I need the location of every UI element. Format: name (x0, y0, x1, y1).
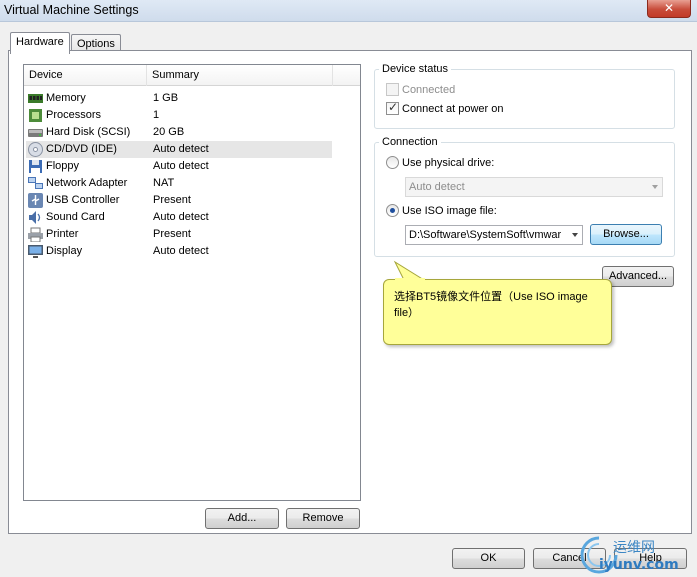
device-name: Network Adapter (46, 177, 128, 189)
device-summary: Present (153, 228, 191, 240)
connect-at-power-on-label: Connect at power on (402, 103, 504, 115)
device-name: Sound Card (46, 211, 105, 223)
column-header-device[interactable]: Device (24, 65, 147, 86)
device-row-usb-controller[interactable]: USB Controller Present (26, 192, 332, 209)
processor-icon (29, 109, 42, 122)
watermark-logo: 运维网 iyunv.com (579, 535, 689, 575)
device-row-processors[interactable]: Processors 1 (26, 107, 332, 124)
use-physical-drive-radio[interactable] (386, 156, 399, 169)
sound-card-icon (29, 211, 41, 224)
device-row-cd-dvd[interactable]: CD/DVD (IDE) Auto detect (26, 141, 332, 158)
device-summary: 1 GB (153, 92, 179, 104)
device-summary: 20 GB (153, 126, 185, 138)
device-summary: NAT (153, 177, 175, 189)
device-summary: Auto detect (153, 160, 209, 172)
device-name: Floppy (46, 160, 80, 172)
device-row-sound-card[interactable]: Sound Card Auto detect (26, 209, 332, 226)
device-name: Hard Disk (SCSI) (46, 126, 131, 138)
device-summary: Auto detect (153, 211, 209, 223)
use-physical-drive-label: Use physical drive: (402, 157, 495, 169)
device-summary: Present (153, 194, 191, 206)
device-name: USB Controller (46, 194, 120, 206)
title-bar: Virtual Machine Settings ✕ (0, 0, 697, 22)
iso-image-path-select[interactable]: D:\Software\SystemSoft\vmwar (405, 225, 583, 245)
device-name: Memory (46, 92, 86, 104)
radio-dot (390, 208, 395, 213)
use-iso-image-label: Use ISO image file: (402, 205, 497, 217)
device-name: CD/DVD (IDE) (46, 143, 117, 155)
device-list[interactable]: Device Summary Memory 1 GB Processors 1 … (23, 64, 361, 501)
device-row-printer[interactable]: Printer Present (26, 226, 332, 243)
connected-label: Connected (402, 84, 456, 96)
add-button[interactable]: Add... (205, 508, 279, 529)
tooltip-text: 选择BT5镜像文件位置（Use ISO image file） (394, 291, 588, 319)
window-title: Virtual Machine Settings (4, 3, 139, 17)
watermark-url: iyunv.com (599, 557, 679, 573)
device-name: Display (46, 245, 83, 257)
column-header-summary[interactable]: Summary (147, 65, 333, 86)
hard-disk-icon (28, 129, 43, 137)
display-icon (28, 245, 43, 258)
device-row-hard-disk[interactable]: Hard Disk (SCSI) 20 GB (26, 124, 332, 141)
physical-drive-value: Auto detect (409, 181, 465, 193)
device-summary: 1 (153, 109, 160, 121)
device-status-group (374, 69, 675, 129)
connect-at-power-on-checkbox[interactable]: ✓ (386, 100, 399, 115)
printer-icon (28, 227, 43, 242)
device-summary: Auto detect (153, 143, 209, 155)
memory-icon (28, 94, 43, 103)
usb-icon (28, 193, 43, 208)
device-row-network-adapter[interactable]: Network Adapter NAT (26, 175, 332, 192)
tab-hardware[interactable]: Hardware (10, 32, 70, 54)
device-status-title: Device status (379, 62, 452, 76)
iso-image-path-value: D:\Software\SystemSoft\vmwar (409, 229, 562, 241)
device-list-header: Device Summary (24, 65, 360, 86)
connected-checkbox[interactable] (386, 83, 399, 96)
chevron-down-icon (652, 185, 658, 189)
tooltip-callout: 选择BT5镜像文件位置（Use ISO image file） (383, 279, 612, 345)
browse-button[interactable]: Browse... (590, 224, 662, 245)
tooltip-pointer-join (395, 278, 425, 282)
device-row-display[interactable]: Display Auto detect (26, 243, 332, 260)
watermark-text: 运维网 (613, 540, 655, 556)
ok-button[interactable]: OK (452, 548, 525, 569)
close-button[interactable]: ✕ (647, 0, 691, 18)
floppy-icon (29, 160, 42, 173)
device-row-memory[interactable]: Memory 1 GB (26, 90, 332, 107)
device-name: Processors (46, 109, 102, 121)
cd-dvd-icon (28, 142, 43, 157)
use-iso-image-radio[interactable] (386, 204, 399, 217)
device-summary: Auto detect (153, 245, 209, 257)
checkmark-icon: ✓ (388, 100, 399, 114)
chevron-down-icon (572, 233, 578, 237)
physical-drive-select[interactable]: Auto detect (405, 177, 663, 197)
connection-title: Connection (379, 135, 441, 149)
device-name: Printer (46, 228, 79, 240)
remove-button[interactable]: Remove (286, 508, 360, 529)
advanced-button[interactable]: Advanced... (602, 266, 674, 287)
network-adapter-icon (28, 177, 43, 189)
device-row-floppy[interactable]: Floppy Auto detect (26, 158, 332, 175)
